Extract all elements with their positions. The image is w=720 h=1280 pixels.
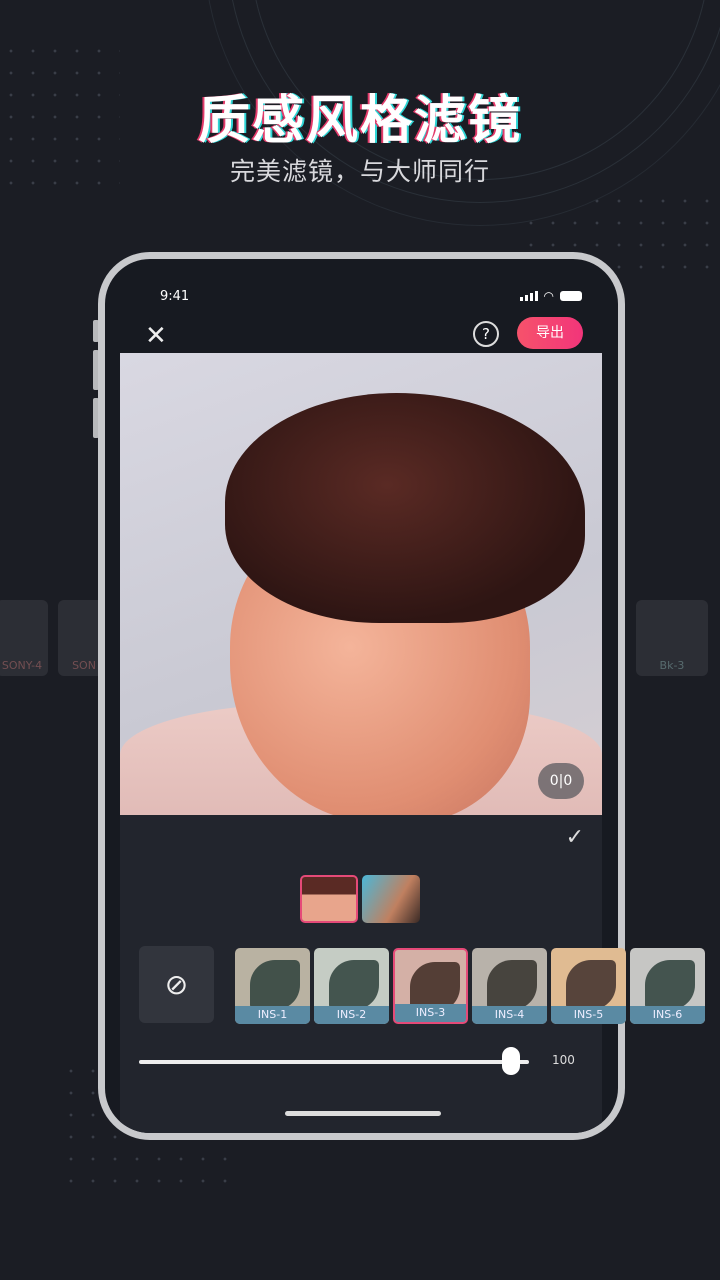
intensity-slider[interactable] — [139, 1060, 529, 1064]
subheadline: 完美滤镜，与大师同行 — [229, 157, 490, 186]
side-filter: Bk-3 — [636, 600, 708, 676]
close-button[interactable]: ✕ — [145, 321, 167, 351]
filter-item[interactable]: INS-2 — [314, 948, 389, 1024]
wifi-icon: ◠ — [543, 289, 554, 303]
filter-item[interactable]: INS-6 — [630, 948, 705, 1024]
filter-list: INS-1 INS-2 INS-3 INS-4 INS-5 INS-6 — [235, 948, 705, 1024]
photo-thumbnail[interactable] — [362, 875, 420, 923]
slider-handle[interactable] — [502, 1047, 520, 1075]
signal-icon — [519, 291, 538, 301]
compare-button[interactable]: 0|0 — [538, 763, 584, 799]
filter-item[interactable]: INS-5 — [551, 948, 626, 1024]
confirm-check-icon[interactable]: ✓ — [566, 825, 584, 850]
preview-photo: 0|0 — [120, 353, 602, 815]
headline: 质感风格滤镜 — [197, 91, 522, 151]
status-time: 9:41 — [160, 289, 190, 304]
side-filter: SONY-4 — [0, 600, 48, 676]
photo-hair — [225, 393, 585, 623]
photo-thumbnail[interactable] — [300, 875, 358, 923]
help-button[interactable]: ? — [473, 321, 499, 347]
filter-item[interactable]: INS-1 — [235, 948, 310, 1024]
intensity-value: 100 — [552, 1053, 575, 1067]
filter-item-selected[interactable]: INS-3 — [393, 948, 468, 1024]
no-filter-button[interactable]: ⊘ — [139, 946, 214, 1023]
photo-thumbnails — [300, 875, 420, 923]
status-icons: ◠ — [519, 289, 582, 303]
home-indicator — [285, 1111, 441, 1116]
filter-item[interactable]: INS-4 — [472, 948, 547, 1024]
battery-icon — [560, 291, 582, 301]
export-button[interactable]: 导出 — [517, 317, 583, 349]
